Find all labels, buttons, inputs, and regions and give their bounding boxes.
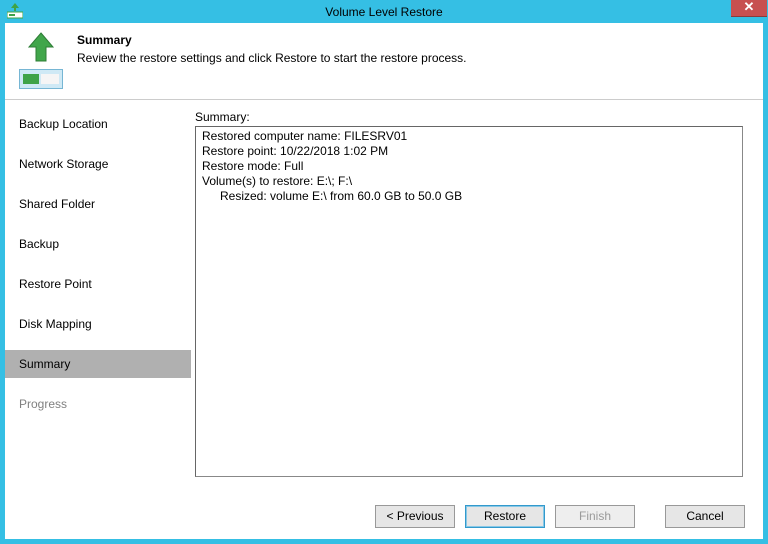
page-subtitle: Review the restore settings and click Re… (77, 51, 751, 65)
restore-button[interactable]: Restore (465, 505, 545, 528)
summary-line: Resized: volume E:\ from 60.0 GB to 50.0… (202, 189, 736, 204)
disk-icon (19, 69, 63, 89)
previous-button[interactable]: < Previous (375, 505, 455, 528)
summary-line: Restored computer name: FILESRV01 (202, 129, 736, 144)
up-arrow-icon (24, 31, 58, 65)
step-shared-folder[interactable]: Shared Folder (5, 190, 191, 218)
titlebar: Volume Level Restore ✕ (5, 1, 763, 23)
step-progress: Progress (5, 390, 191, 418)
app-icon (7, 3, 23, 19)
summary-line: Restore mode: Full (202, 159, 736, 174)
summary-label: Summary: (195, 110, 743, 124)
step-summary[interactable]: Summary (5, 350, 191, 378)
header-text: Summary Review the restore settings and … (77, 31, 751, 89)
close-button[interactable]: ✕ (731, 0, 767, 17)
wizard-footer: < Previous Restore Finish Cancel (5, 493, 763, 539)
close-icon: ✕ (744, 0, 755, 15)
page-title: Summary (77, 33, 751, 47)
wizard-steps: Backup Location Network Storage Shared Fol… (5, 100, 191, 493)
step-backup-location[interactable]: Backup Location (5, 110, 191, 138)
wizard-header: Summary Review the restore settings and … (5, 23, 763, 100)
wizard-window: Volume Level Restore ✕ Summary Review th… (0, 0, 768, 544)
step-network-storage[interactable]: Network Storage (5, 150, 191, 178)
summary-line: Restore point: 10/22/2018 1:02 PM (202, 144, 736, 159)
wizard-body: Backup Location Network Storage Shared Fol… (5, 100, 763, 493)
header-icon (17, 31, 65, 89)
finish-button: Finish (555, 505, 635, 528)
step-backup[interactable]: Backup (5, 230, 191, 258)
cancel-button[interactable]: Cancel (665, 505, 745, 528)
summary-textbox[interactable]: Restored computer name: FILESRV01Restore… (195, 126, 743, 477)
window-title: Volume Level Restore (325, 5, 442, 19)
summary-line: Volume(s) to restore: E:\; F:\ (202, 174, 736, 189)
main-panel: Summary: Restored computer name: FILESRV… (191, 100, 763, 493)
step-restore-point[interactable]: Restore Point (5, 270, 191, 298)
step-disk-mapping[interactable]: Disk Mapping (5, 310, 191, 338)
